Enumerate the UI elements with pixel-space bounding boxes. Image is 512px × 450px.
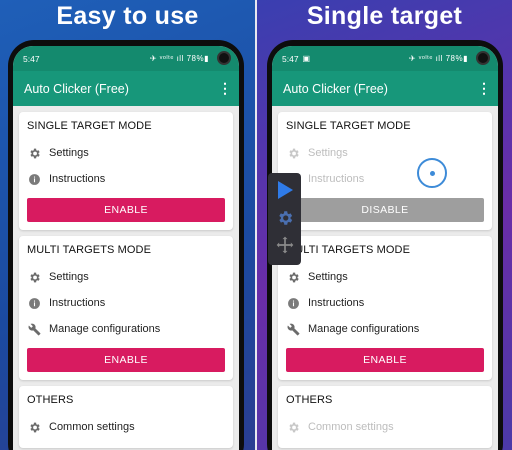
card-title: SINGLE TARGET MODE	[27, 120, 152, 132]
headline-left: Easy to use	[56, 2, 199, 30]
others-card: OTHERS Common settings	[278, 386, 492, 448]
settings-row[interactable]: Settings	[286, 140, 484, 166]
enable-button[interactable]: ENABLE	[27, 198, 225, 222]
phone-left: 5:47 ✈ ᵛᵒˡᵗᵉ ıll 78%▮ Auto Clicker (Free…	[8, 40, 244, 450]
common-settings-row[interactable]: Common settings	[27, 414, 225, 440]
camera-hole	[217, 51, 231, 65]
common-settings-row[interactable]: Common settings	[286, 414, 484, 440]
manage-label: Manage configurations	[308, 323, 420, 335]
instructions-row[interactable]: Instructions	[27, 290, 225, 316]
info-icon	[27, 296, 41, 310]
screen-right: 5:47 ▣ ✈ ᵛᵒˡᵗᵉ ıll 78%▮ Auto Clicker (Fr…	[272, 46, 498, 450]
headline-right: Single target	[306, 2, 463, 30]
gear-icon	[27, 146, 41, 160]
wrench-icon	[27, 322, 41, 336]
manage-configurations-row[interactable]: Manage configurations	[27, 316, 225, 342]
app-title: Auto Clicker (Free)	[24, 81, 129, 96]
common-settings-label: Common settings	[49, 421, 135, 433]
screen-left: 5:47 ✈ ᵛᵒˡᵗᵉ ıll 78%▮ Auto Clicker (Free…	[13, 46, 239, 450]
app-bar: Auto Clicker (Free) ⋮	[13, 71, 239, 106]
settings-row[interactable]: Settings	[286, 264, 484, 290]
manage-configurations-row[interactable]: Manage configurations	[286, 316, 484, 342]
others-card: OTHERS Common settings	[19, 386, 233, 448]
card-title: MULTI TARGETS MODE	[286, 244, 411, 256]
gear-icon	[286, 420, 300, 434]
single-target-card: SINGLE TARGET MODE Settings Instructions…	[19, 112, 233, 230]
settings-row[interactable]: Settings	[27, 264, 225, 290]
overflow-menu-icon[interactable]: ⋮	[218, 80, 232, 97]
floating-control-bar	[268, 173, 301, 265]
target-icon[interactable]	[417, 158, 447, 188]
gear-icon[interactable]	[276, 209, 294, 232]
camera-hole	[476, 51, 490, 65]
card-title: MULTI TARGETS MODE	[27, 244, 152, 256]
app-bar: Auto Clicker (Free) ⋮	[272, 71, 498, 106]
settings-row[interactable]: Settings	[27, 140, 225, 166]
target-center	[429, 170, 435, 176]
card-title: SINGLE TARGET MODE	[286, 120, 411, 132]
status-icons: ✈ ᵛᵒˡᵗᵉ ıll 78%▮	[408, 54, 468, 63]
instructions-row[interactable]: Instructions	[286, 290, 484, 316]
gear-icon	[27, 270, 41, 284]
manage-label: Manage configurations	[49, 323, 161, 335]
info-icon	[286, 296, 300, 310]
card-title: OTHERS	[286, 394, 333, 406]
overflow-menu-icon[interactable]: ⋮	[477, 80, 491, 97]
gear-icon	[286, 270, 300, 284]
instructions-label: Instructions	[49, 173, 106, 185]
status-time: 5:47	[23, 53, 40, 64]
instructions-row[interactable]: Instructions	[286, 166, 484, 192]
status-bar: 5:47 ▣ ✈ ᵛᵒˡᵗᵉ ıll 78%▮	[272, 46, 498, 71]
settings-label: Settings	[49, 147, 89, 159]
gear-icon	[286, 146, 300, 160]
instructions-row[interactable]: Instructions	[27, 166, 225, 192]
status-time: 5:47	[282, 53, 299, 64]
left-panel: Easy to use 5:47 ✈ ᵛᵒˡᵗᵉ ıll 78%▮ Auto C…	[0, 0, 255, 450]
multi-targets-card: MULTI TARGETS MODE Settings Instructions…	[19, 236, 233, 380]
settings-label: Settings	[49, 271, 89, 283]
enable-button[interactable]: ENABLE	[286, 348, 484, 372]
image-notification-icon: ▣	[302, 54, 311, 63]
instructions-label: Instructions	[49, 297, 106, 309]
status-bar: 5:47 ✈ ᵛᵒˡᵗᵉ ıll 78%▮	[13, 46, 239, 71]
single-target-card: SINGLE TARGET MODE Settings Instructions…	[278, 112, 492, 230]
disable-button[interactable]: DISABLE	[286, 198, 484, 222]
app-title: Auto Clicker (Free)	[283, 81, 388, 96]
status-icons: ✈ ᵛᵒˡᵗᵉ ıll 78%▮	[149, 54, 209, 63]
enable-button[interactable]: ENABLE	[27, 348, 225, 372]
info-icon	[27, 172, 41, 186]
multi-targets-card: MULTI TARGETS MODE Settings Instructions…	[278, 236, 492, 380]
wrench-icon	[286, 322, 300, 336]
move-icon[interactable]	[275, 235, 295, 260]
card-title: OTHERS	[27, 394, 74, 406]
common-settings-label: Common settings	[308, 421, 394, 433]
gear-icon	[27, 420, 41, 434]
instructions-label: Instructions	[308, 297, 365, 309]
settings-label: Settings	[308, 147, 348, 159]
settings-label: Settings	[308, 271, 348, 283]
instructions-label: Instructions	[308, 173, 365, 185]
phone-right: 5:47 ▣ ✈ ᵛᵒˡᵗᵉ ıll 78%▮ Auto Clicker (Fr…	[267, 40, 503, 450]
play-icon[interactable]	[275, 179, 295, 206]
